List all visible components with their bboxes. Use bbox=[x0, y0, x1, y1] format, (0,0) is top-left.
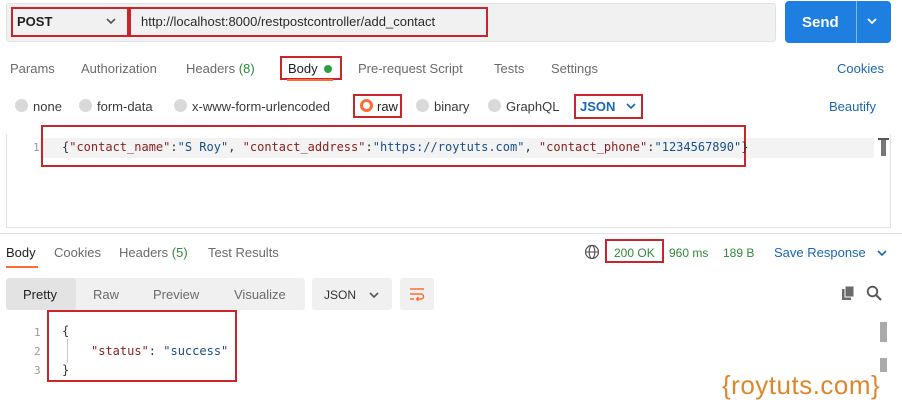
copy-icon[interactable] bbox=[840, 285, 856, 301]
radio-graphql-label: GraphQL bbox=[506, 99, 560, 114]
response-time[interactable]: 960 ms bbox=[669, 246, 708, 260]
body-indicator-dot bbox=[324, 65, 332, 73]
line-number: 1 bbox=[34, 326, 41, 339]
radio-x-www-form-urlencoded[interactable] bbox=[174, 99, 187, 112]
response-scrollbar[interactable] bbox=[880, 322, 887, 372]
headers-count: (8) bbox=[238, 61, 255, 76]
tab-params[interactable]: Params bbox=[10, 61, 55, 76]
response-json-status: "status": "success" bbox=[91, 344, 229, 358]
radio-raw[interactable] bbox=[360, 99, 373, 112]
format-select[interactable]: JSON bbox=[580, 99, 615, 114]
line-number: 2 bbox=[34, 345, 41, 358]
pane-divider[interactable] bbox=[0, 233, 902, 234]
response-tab-test-results[interactable]: Test Results bbox=[208, 245, 279, 260]
divider bbox=[856, 1, 857, 43]
active-tab-underline bbox=[287, 79, 333, 81]
view-raw[interactable]: Raw bbox=[93, 287, 119, 302]
tab-headers[interactable]: Headers (8) bbox=[186, 61, 255, 76]
active-tab-underline bbox=[6, 266, 38, 268]
radio-binary-label: binary bbox=[434, 99, 470, 114]
chevron-down-icon[interactable] bbox=[865, 16, 879, 28]
response-json-close: } bbox=[62, 363, 70, 377]
response-language-label: JSON bbox=[324, 288, 357, 302]
tab-settings[interactable]: Settings bbox=[551, 61, 598, 76]
response-headers-count: (5) bbox=[171, 245, 188, 260]
tab-tests[interactable]: Tests bbox=[494, 61, 524, 76]
search-icon[interactable] bbox=[866, 285, 882, 301]
tab-body[interactable]: Body bbox=[288, 61, 318, 76]
tab-pre-request-script[interactable]: Pre-request Script bbox=[358, 61, 463, 76]
radio-none-label: none bbox=[33, 99, 62, 114]
response-json-open: { bbox=[62, 324, 70, 338]
globe-icon[interactable] bbox=[584, 244, 600, 260]
request-body-json[interactable]: {"contact_name":"S Roy", "contact_addres… bbox=[62, 140, 748, 154]
line-number: 3 bbox=[34, 364, 41, 377]
chevron-down-icon[interactable] bbox=[368, 289, 380, 301]
radio-binary[interactable] bbox=[416, 99, 429, 112]
line-number: 1 bbox=[33, 141, 40, 154]
radio-raw-label: raw bbox=[377, 99, 398, 114]
response-tab-headers[interactable]: Headers (5) bbox=[119, 245, 188, 260]
chevron-down-icon[interactable] bbox=[625, 100, 637, 112]
wrap-lines-icon bbox=[410, 288, 425, 301]
indent-guide bbox=[67, 339, 68, 363]
tab-headers-label: Headers bbox=[186, 61, 236, 76]
response-size[interactable]: 189 B bbox=[723, 246, 754, 260]
radio-none[interactable] bbox=[15, 99, 28, 112]
beautify-button[interactable]: Beautify bbox=[829, 99, 876, 114]
response-tab-body[interactable]: Body bbox=[6, 245, 36, 260]
chevron-down-icon[interactable] bbox=[104, 14, 118, 28]
chevron-down-icon[interactable] bbox=[876, 247, 888, 259]
save-response-button[interactable]: Save Response bbox=[774, 245, 866, 260]
response-headers-label: Headers bbox=[119, 245, 169, 260]
view-visualize[interactable]: Visualize bbox=[234, 287, 286, 302]
send-button[interactable]: Send bbox=[785, 1, 891, 43]
editor-scrollbar[interactable] bbox=[878, 138, 889, 156]
watermark: {roytuts.com} bbox=[722, 370, 881, 400]
radio-graphql[interactable] bbox=[488, 99, 501, 112]
radio-form-data-label: form-data bbox=[97, 99, 153, 114]
cookies-link[interactable]: Cookies bbox=[837, 61, 884, 76]
tab-authorization[interactable]: Authorization bbox=[81, 61, 157, 76]
method-select[interactable]: POST bbox=[17, 14, 52, 29]
url-input[interactable]: http://localhost:8000/restpostcontroller… bbox=[141, 14, 435, 29]
send-label: Send bbox=[802, 14, 839, 31]
view-preview[interactable]: Preview bbox=[153, 287, 199, 302]
status-badge[interactable]: 200 OK bbox=[614, 246, 655, 260]
radio-form-data[interactable] bbox=[79, 99, 92, 112]
response-tab-cookies[interactable]: Cookies bbox=[54, 245, 101, 260]
radio-urlencoded-label: x-www-form-urlencoded bbox=[192, 99, 330, 114]
view-pretty[interactable]: Pretty bbox=[23, 287, 57, 302]
